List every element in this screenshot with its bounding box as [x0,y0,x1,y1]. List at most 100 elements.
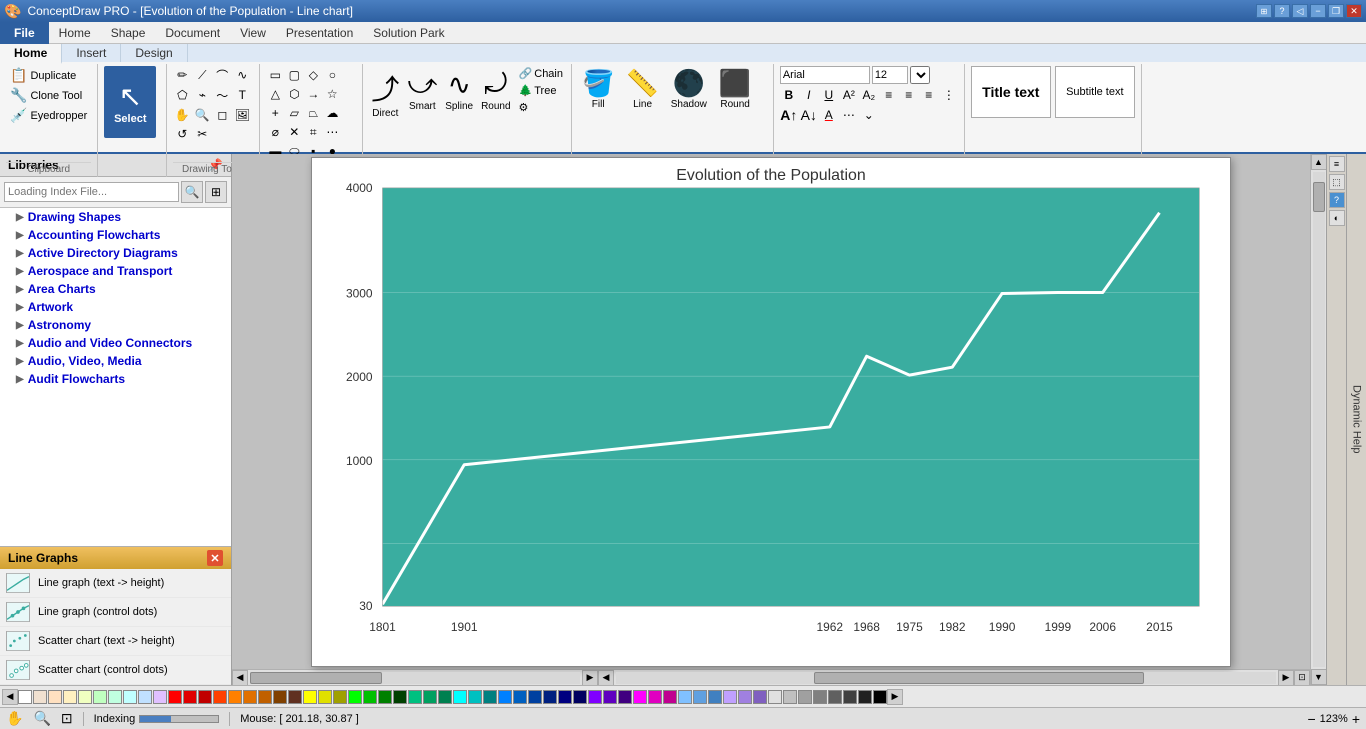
right-tab-3[interactable]: ? [1329,192,1345,208]
tree-connector[interactable]: 🌲 Tree [517,83,565,98]
bold-button[interactable]: B [780,86,798,104]
color-red3[interactable] [198,690,212,704]
astronomy-item[interactable]: ▶ Astronomy [0,316,231,334]
color-lightblue2[interactable] [693,690,707,704]
font-size-input[interactable] [872,66,908,84]
zoom-tool[interactable]: 🔍 [193,106,211,124]
canvas[interactable]: Evolution of the Population 4000 3000 20… [232,154,1310,669]
search-button[interactable]: 🔍 [181,181,203,203]
smart-connector[interactable]: ⤻ Smart [405,66,439,114]
graph-item-2[interactable]: Scatter chart (text -> height) [0,627,231,656]
rotate-tool[interactable]: ↺ [173,125,191,143]
fill-button[interactable]: 🪣 Fill [578,66,618,112]
superscript-button[interactable]: A² [840,86,858,104]
connector-options[interactable]: ⚙ [517,100,565,115]
color-light5[interactable] [93,690,107,704]
subtitle-text-button[interactable]: Subtitle text [1055,66,1135,118]
color-gray4[interactable] [813,690,827,704]
chain-connector[interactable]: 🔗 Chain [517,66,565,81]
poly-tool[interactable]: ⬠ [173,86,191,104]
font-color-button[interactable]: A [820,106,838,124]
color-green4[interactable] [393,690,407,704]
scroll-right2-button[interactable]: ▶ [1278,670,1294,686]
color-blue4[interactable] [543,690,557,704]
line-button[interactable]: 📏 Line [622,66,662,112]
color-purple3[interactable] [618,690,632,704]
para-shape[interactable]: ▱ [285,104,303,122]
close-panel-button[interactable]: ✕ [207,550,223,566]
v-scroll-track[interactable] [1313,172,1325,667]
hand-tool[interactable]: ✋ [173,106,191,124]
graph-item-0[interactable]: Line graph (text -> height) [0,569,231,598]
justify-button[interactable]: ⋮ [940,86,958,104]
text-size-up[interactable]: A↑ [780,106,798,124]
home-menu[interactable]: Home [49,22,101,44]
shape-menu[interactable]: Shape [101,22,156,44]
img-tool[interactable]: 🖼 [233,106,251,124]
tab-design[interactable]: Design [121,44,187,62]
audit-flowcharts-item[interactable]: ▶ Audit Flowcharts [0,370,231,388]
color-yellow1[interactable] [303,690,317,704]
star-shape[interactable]: ☆ [323,85,341,103]
color-light1[interactable] [33,690,47,704]
zoom-in-button[interactable]: + [1352,711,1360,727]
color-cyan3[interactable] [483,690,497,704]
chart-container[interactable]: Evolution of the Population 4000 3000 20… [311,157,1231,667]
right-tab-2[interactable]: ⬚ [1329,174,1345,190]
clone-tool-button[interactable]: 🔧 Clone Tool [6,86,86,105]
align-left-button[interactable]: ≡ [880,86,898,104]
duplicate-button[interactable]: 📋 Duplicate [6,66,80,85]
aerospace-item[interactable]: ▶ Aerospace and Transport [0,262,231,280]
circle-shape[interactable]: ○ [323,66,341,84]
color-orange1[interactable] [228,690,242,704]
color-navy2[interactable] [573,690,587,704]
scroll-left-button[interactable]: ◀ [232,670,248,686]
color-gray7[interactable] [858,690,872,704]
color-lavender3[interactable] [753,690,767,704]
color-yellow3[interactable] [333,690,347,704]
text-tool[interactable]: T [233,86,251,104]
rounded-rect-shape[interactable]: ▢ [285,66,303,84]
underline-button[interactable]: U [820,86,838,104]
pencil-tool[interactable]: ✏ [173,66,191,84]
direct-connector[interactable]: ⤴ Direct [369,66,401,121]
file-menu[interactable]: File [0,22,49,44]
color-orange4[interactable] [273,690,287,704]
subscript-button[interactable]: A₂ [860,86,878,104]
cross-shape[interactable]: ✕ [285,123,303,141]
scroll-down-button[interactable]: ▼ [1311,669,1327,685]
color-cyan2[interactable] [468,690,482,704]
palette-scroll-left[interactable]: ◀ [2,689,18,705]
color-lightblue3[interactable] [708,690,722,704]
presentation-menu[interactable]: Presentation [276,22,363,44]
color-lavender1[interactable] [723,690,737,704]
color-green3[interactable] [378,690,392,704]
window-controls[interactable]: ⊞ ? ◁ − ❐ ✕ [1256,4,1362,18]
line-tool[interactable]: ⟋ [193,66,211,84]
more-text-options[interactable]: ⋯ [840,106,858,124]
color-black[interactable] [873,690,887,704]
round-connector[interactable]: ⤾ Round [479,66,512,114]
triangle-shape[interactable]: △ [266,85,284,103]
color-light7[interactable] [123,690,137,704]
arrow-shape[interactable]: → [304,85,322,103]
bezier-tool[interactable]: ⌁ [193,86,211,104]
color-light3[interactable] [63,690,77,704]
help-icon[interactable]: ? [1274,4,1290,18]
text-size-down[interactable]: A↓ [800,106,818,124]
color-light8[interactable] [138,690,152,704]
active-directory-item[interactable]: ▶ Active Directory Diagrams [0,244,231,262]
line-graphs-header[interactable]: Line Graphs ✕ [0,547,231,569]
color-red1[interactable] [168,690,182,704]
graph-item-3[interactable]: Scatter chart (control dots) [0,656,231,685]
tab-home[interactable]: Home [0,44,62,64]
font-family-input[interactable] [780,66,870,84]
color-pink1[interactable] [633,690,647,704]
right-tab-4[interactable]: ◐ [1329,210,1345,226]
minimize-button[interactable]: − [1310,4,1326,18]
curve-rect-shape[interactable]: ⌗ [304,123,322,141]
color-red4[interactable] [213,690,227,704]
trap-shape[interactable]: ⏢ [304,104,322,122]
fit-button[interactable]: ⊡ [1294,670,1310,686]
color-lavender2[interactable] [738,690,752,704]
